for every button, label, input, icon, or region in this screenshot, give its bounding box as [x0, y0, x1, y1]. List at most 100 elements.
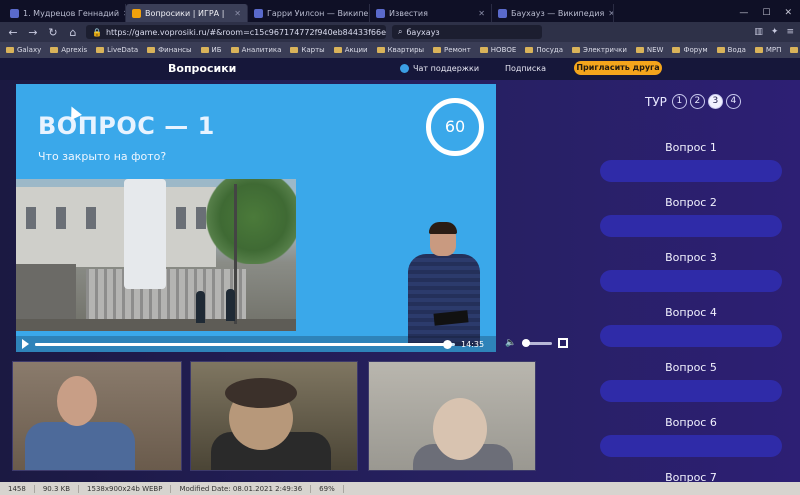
window-close-icon[interactable]: ✕ — [784, 8, 792, 18]
bookmark-item[interactable]: Квартиры — [376, 46, 424, 54]
tab-favicon-icon — [10, 8, 19, 18]
bookmark-item[interactable]: НОВОЕ — [479, 46, 517, 54]
bookmark-item[interactable]: Аналитика — [230, 46, 281, 54]
status-file-size: 90.3 KB — [35, 484, 80, 493]
reload-icon[interactable]: ↻ — [46, 26, 60, 39]
participant-video-1[interactable] — [12, 361, 182, 471]
bookmark-item[interactable]: Вода — [716, 46, 746, 54]
library-icon[interactable]: ▥ — [754, 27, 763, 37]
browser-navbar: ← → ↻ ⌂ 🔒 https://game.voprosiki.ru/#&ro… — [0, 22, 800, 42]
lock-icon: 🔒 — [92, 27, 102, 37]
question-answer-bar[interactable] — [600, 380, 782, 402]
participant-face — [433, 398, 487, 460]
folder-icon — [147, 47, 156, 53]
question-item-label: Вопрос 4 — [665, 306, 717, 319]
site-logo[interactable]: Вопросики — [168, 62, 236, 75]
bookmark-item[interactable]: Galaxy — [6, 46, 41, 54]
close-icon[interactable]: ✕ — [608, 9, 613, 18]
maximize-icon[interactable]: ☐ — [762, 8, 770, 18]
tree — [206, 179, 296, 264]
volume-slider[interactable] — [522, 338, 553, 347]
tour-3-button[interactable]: 3 — [707, 94, 723, 109]
telegram-icon — [400, 64, 409, 73]
bookmark-label: Акции — [344, 46, 368, 54]
bookmark-label: Форум — [683, 46, 708, 54]
invite-friend-button[interactable]: Пригласить друга — [574, 61, 662, 75]
question-item[interactable]: Вопрос 4 — [600, 297, 782, 352]
tab-favicon-icon — [376, 8, 385, 18]
participant-video-3[interactable] — [368, 361, 536, 471]
fullscreen-icon[interactable] — [558, 338, 569, 348]
bookmark-item[interactable]: МРП — [754, 46, 782, 54]
home-icon[interactable]: ⌂ — [66, 26, 80, 39]
support-chat-link[interactable]: Чат поддержки — [400, 64, 479, 73]
volume-controls: 🔈 — [505, 338, 569, 348]
bookmark-item[interactable]: Акции — [333, 46, 368, 54]
address-bar[interactable]: 🔒 https://game.voprosiki.ru/#&room=c15c9… — [86, 25, 386, 39]
tour-2-button[interactable]: 2 — [689, 94, 705, 109]
close-icon[interactable]: ✕ — [478, 9, 485, 18]
site-header: Вопросики Чат поддержки Подписка Приглас… — [0, 58, 800, 80]
window-controls: — ☐ ✕ — [731, 8, 800, 22]
presenter-hair — [429, 222, 457, 234]
question-answer-bar[interactable] — [600, 215, 782, 237]
question-answer-bar[interactable] — [600, 270, 782, 292]
extension-icon[interactable]: ✦ — [771, 27, 779, 37]
folder-icon — [672, 47, 681, 53]
video-progress-bar[interactable] — [35, 339, 455, 349]
question-item-label: Вопрос 6 — [665, 416, 717, 429]
bookmark-item[interactable]: Посуда — [525, 46, 563, 54]
bookmark-item[interactable]: Карты — [290, 46, 325, 54]
search-value: баухауз — [406, 27, 440, 37]
bookmark-item[interactable]: Электрички — [571, 46, 627, 54]
question-item[interactable]: Вопрос 2 — [600, 187, 782, 242]
tour-1-button[interactable]: 1 — [671, 94, 687, 109]
forward-icon[interactable]: → — [26, 26, 40, 39]
browser-tab[interactable]: 1. Мудрецов Геннадий✕ — [4, 4, 126, 22]
folder-icon — [433, 47, 442, 53]
browser-tab[interactable]: Гарри Уилсон — Википе✕ — [248, 4, 370, 22]
browser-tab[interactable]: Известия ✕ — [370, 4, 492, 22]
close-icon[interactable]: ✕ — [234, 9, 241, 18]
volume-icon[interactable]: 🔈 — [505, 338, 516, 348]
back-icon[interactable]: ← — [6, 26, 20, 39]
question-answer-bar[interactable] — [600, 160, 782, 182]
question-answer-bar[interactable] — [600, 435, 782, 457]
question-video[interactable]: ВОПРОС — 1 Что закрыто на фото? 60 14:35 — [16, 84, 496, 352]
folder-icon — [50, 47, 59, 53]
play-icon[interactable] — [22, 339, 29, 349]
tab-favicon-icon — [132, 8, 141, 18]
bookmark-item[interactable]: Форум — [672, 46, 708, 54]
question-item[interactable]: Вопрос 3 — [600, 242, 782, 297]
search-icon: ⌕ — [398, 27, 403, 36]
progress-handle[interactable] — [442, 339, 452, 349]
volume-handle[interactable] — [522, 338, 531, 347]
participant-video-2[interactable] — [190, 361, 358, 471]
question-item[interactable]: Вопрос 1 — [600, 132, 782, 187]
bookmark-label: Ремонт — [444, 46, 471, 54]
folder-icon — [333, 47, 342, 53]
folder-icon — [716, 47, 725, 53]
folder-icon — [290, 47, 299, 53]
minimize-icon[interactable]: — — [739, 8, 748, 18]
browser-tab[interactable]: Баухауз — Википедия✕ — [492, 4, 614, 22]
bookmark-item[interactable]: LiveData — [96, 46, 138, 54]
bookmark-item[interactable]: Ремонт — [433, 46, 471, 54]
question-answer-bar[interactable] — [600, 325, 782, 347]
bookmark-item[interactable]: Торренты — [790, 46, 800, 54]
bookmark-label: НОВОЕ — [490, 46, 517, 54]
bookmark-label: МРП — [765, 46, 782, 54]
bookmark-item[interactable]: ИБ — [200, 46, 222, 54]
tour-4-button[interactable]: 4 — [725, 94, 741, 109]
bookmark-item[interactable]: Aprexis — [50, 46, 87, 54]
question-item[interactable]: Вопрос 5 — [600, 352, 782, 407]
browser-tab-active[interactable]: Вопросики | ИГРА | ✕ — [126, 4, 248, 22]
question-item-label: Вопрос 5 — [665, 361, 717, 374]
menu-icon[interactable]: ≡ — [786, 27, 794, 37]
bookmark-item[interactable]: Финансы — [147, 46, 192, 54]
bookmark-item[interactable]: NEW — [635, 46, 663, 54]
guard-figure — [226, 289, 235, 321]
search-input[interactable]: ⌕ баухауз — [392, 25, 542, 39]
question-item[interactable]: Вопрос 6 — [600, 407, 782, 462]
subscribe-link[interactable]: Подписка — [505, 64, 546, 73]
